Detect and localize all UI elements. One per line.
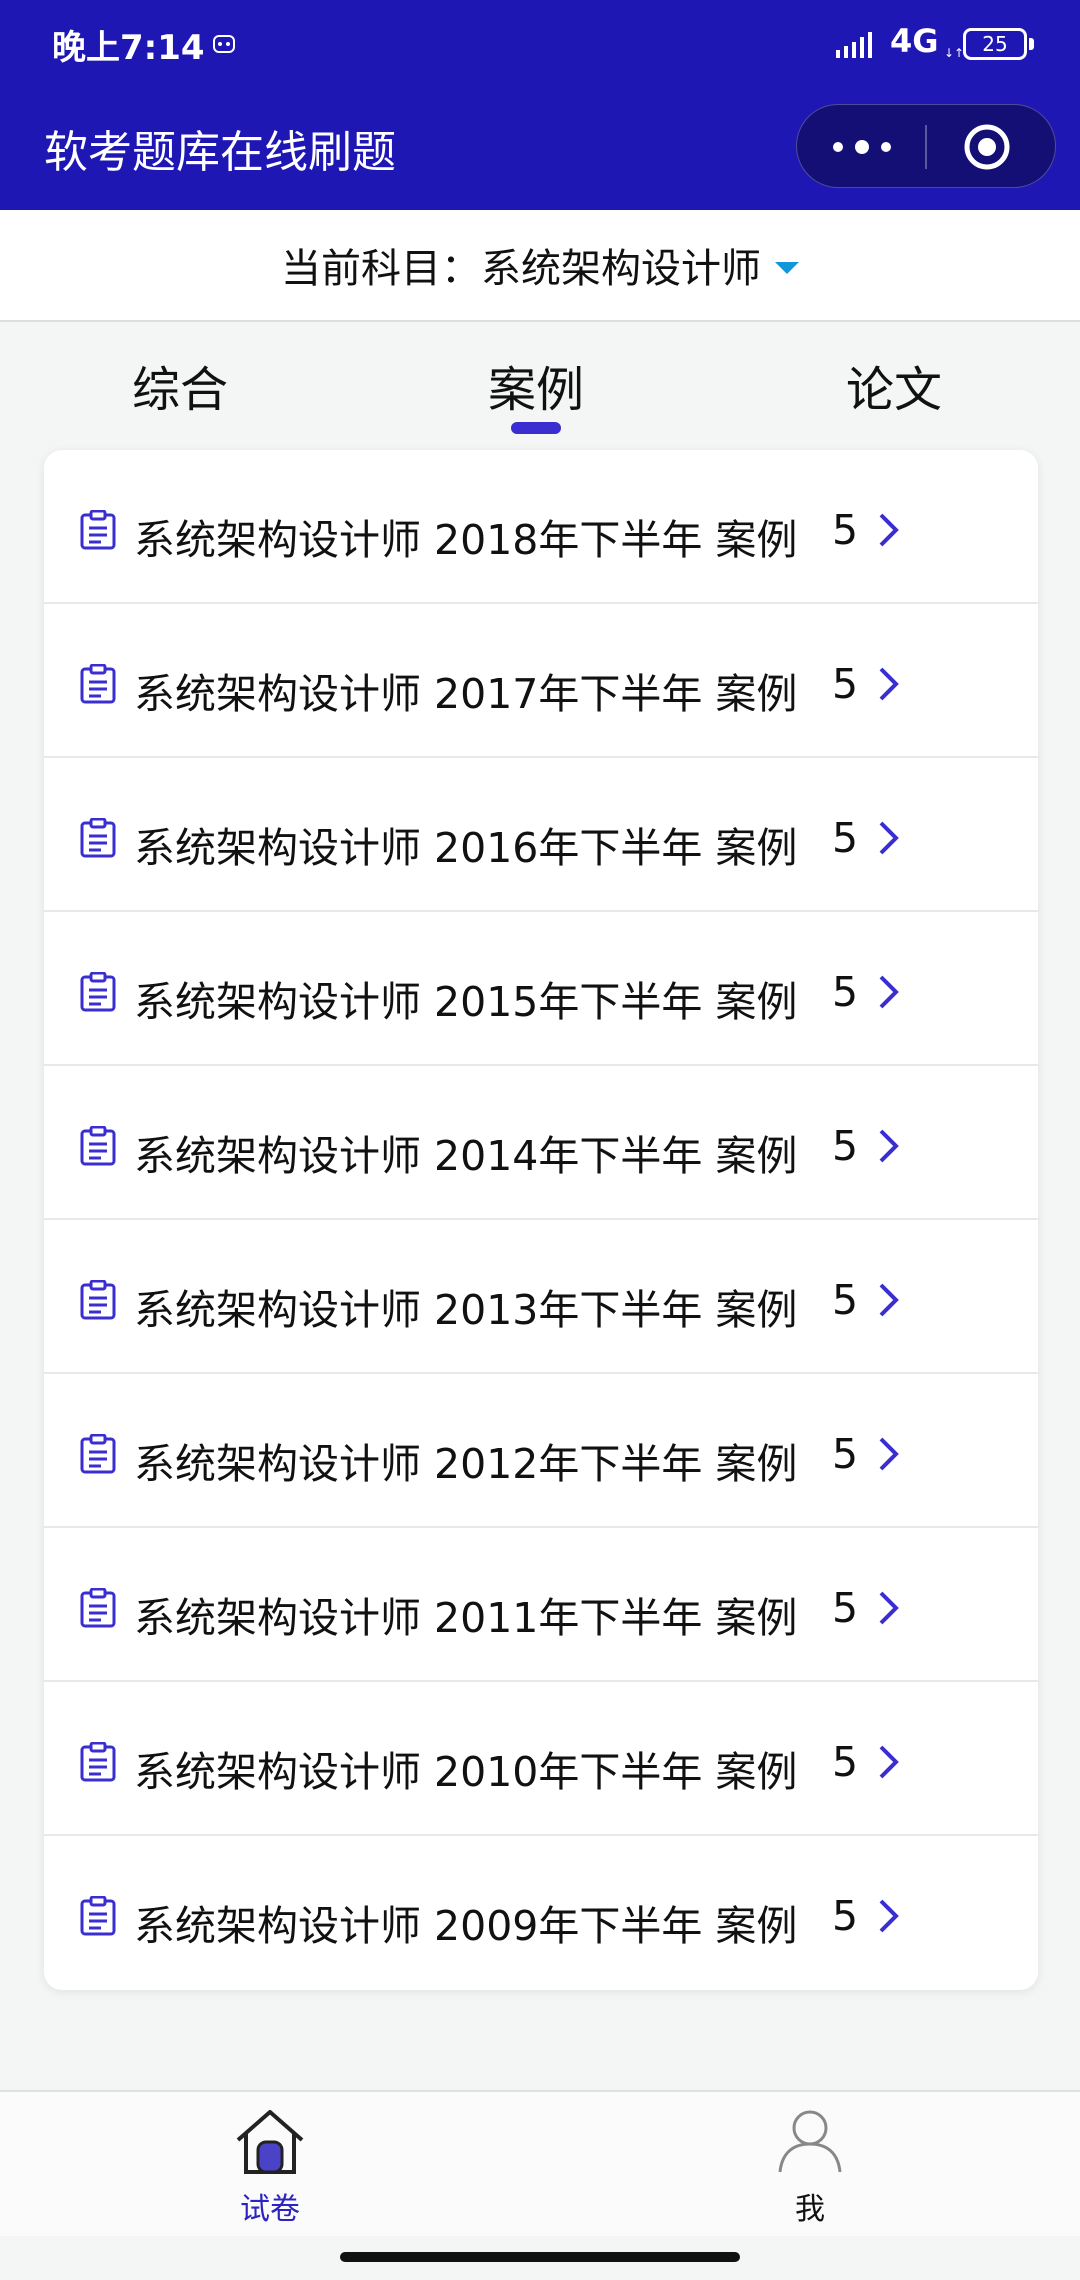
user-icon [778, 2110, 842, 2173]
question-count: 5 [832, 1122, 859, 1170]
list-item[interactable]: 系统架构设计师 2018年下半年 案例 5 [44, 450, 1038, 604]
tab-essay[interactable]: 论文 [846, 350, 942, 420]
network-activity-icon: ↓↑ [944, 46, 965, 60]
chevron-right-icon [879, 975, 899, 1009]
tabbar-item-me[interactable]: 我 [710, 2092, 910, 2238]
question-count: 5 [832, 1892, 859, 1940]
page-title: 软考题库在线刷题 [44, 127, 396, 178]
chevron-right-icon [879, 821, 899, 855]
more-icon[interactable] [833, 129, 891, 165]
exam-title: 系统架构设计师 2017年下半年 案例 [134, 670, 798, 718]
document-icon [80, 818, 116, 858]
battery-cap [1029, 38, 1034, 50]
tabbar-label-me: 我 [795, 2192, 825, 2227]
exam-title: 系统架构设计师 2018年下半年 案例 [134, 516, 798, 564]
caret-down-icon [775, 262, 799, 274]
document-icon [80, 1588, 116, 1628]
question-count: 5 [832, 506, 859, 554]
category-tabs: 综合 案例 论文 [0, 340, 1080, 440]
list-item[interactable]: 系统架构设计师 2013年下半年 案例 5 [44, 1220, 1038, 1374]
bottom-tabbar: 试卷 我 [0, 2090, 1080, 2236]
chevron-right-icon [879, 1283, 899, 1317]
exam-title: 系统架构设计师 2011年下半年 案例 [134, 1594, 798, 1642]
chevron-right-icon [879, 1437, 899, 1471]
document-icon [80, 1896, 116, 1936]
subject-label: 当前科目：系统架构设计师 [281, 246, 761, 292]
list-item[interactable]: 系统架构设计师 2012年下半年 案例 5 [44, 1374, 1038, 1528]
question-count: 5 [832, 1738, 859, 1786]
battery-level: 25 [982, 32, 1008, 56]
exam-list: 系统架构设计师 2018年下半年 案例 5 系统架构设计师 2017年下半年 案… [44, 450, 1038, 1990]
chevron-right-icon [879, 1745, 899, 1779]
list-item[interactable]: 系统架构设计师 2016年下半年 案例 5 [44, 758, 1038, 912]
list-item[interactable]: 系统架构设计师 2017年下半年 案例 5 [44, 604, 1038, 758]
exam-title: 系统架构设计师 2014年下半年 案例 [134, 1132, 798, 1180]
capsule-divider [925, 125, 927, 169]
exam-title: 系统架构设计师 2009年下半年 案例 [134, 1902, 798, 1950]
question-count: 5 [832, 1276, 859, 1324]
app-header: 晚上7:14 4G ↓↑ 25 软考题库在线刷题 [0, 0, 1080, 210]
close-target-icon[interactable] [963, 123, 1011, 171]
question-count: 5 [832, 814, 859, 862]
chevron-right-icon [879, 1899, 899, 1933]
document-icon [80, 1280, 116, 1320]
document-icon [80, 664, 116, 704]
question-count: 5 [832, 1430, 859, 1478]
list-item[interactable]: 系统架构设计师 2014年下半年 案例 5 [44, 1066, 1038, 1220]
list-item[interactable]: 系统架构设计师 2010年下半年 案例 5 [44, 1682, 1038, 1836]
document-icon [80, 510, 116, 550]
tab-active-indicator [511, 422, 561, 434]
chevron-right-icon [879, 1591, 899, 1625]
exam-title: 系统架构设计师 2012年下半年 案例 [134, 1440, 798, 1488]
exam-title: 系统架构设计师 2015年下半年 案例 [134, 978, 798, 1026]
document-icon [80, 1742, 116, 1782]
tab-comprehensive[interactable]: 综合 [132, 350, 228, 420]
home-icon [236, 2110, 304, 2174]
document-icon [80, 1126, 116, 1166]
status-bar: 晚上7:14 4G ↓↑ 25 [0, 0, 1080, 90]
question-count: 5 [832, 660, 859, 708]
list-item[interactable]: 系统架构设计师 2011年下半年 案例 5 [44, 1528, 1038, 1682]
notification-icon [213, 35, 235, 53]
exam-title: 系统架构设计师 2016年下半年 案例 [134, 824, 798, 872]
list-item[interactable]: 系统架构设计师 2009年下半年 案例 5 [44, 1836, 1038, 1990]
question-count: 5 [832, 968, 859, 1016]
network-type: 4G [890, 22, 939, 60]
chevron-right-icon [879, 513, 899, 547]
document-icon [80, 1434, 116, 1474]
tab-case[interactable]: 案例 [488, 350, 584, 420]
document-icon [80, 972, 116, 1012]
exam-title: 系统架构设计师 2010年下半年 案例 [134, 1748, 798, 1796]
exam-title: 系统架构设计师 2013年下半年 案例 [134, 1286, 798, 1334]
signal-icon [836, 32, 872, 58]
battery-icon: 25 [963, 28, 1027, 60]
miniprogram-capsule [796, 104, 1056, 188]
tabbar-item-exams[interactable]: 试卷 [170, 2092, 370, 2238]
subject-selector[interactable]: 当前科目：系统架构设计师 [0, 210, 1080, 322]
list-item[interactable]: 系统架构设计师 2015年下半年 案例 5 [44, 912, 1038, 1066]
home-indicator [340, 2252, 740, 2262]
tabbar-label-exams: 试卷 [240, 2192, 300, 2227]
chevron-right-icon [879, 667, 899, 701]
status-time: 晚上7:14 [52, 28, 205, 68]
chevron-right-icon [879, 1129, 899, 1163]
question-count: 5 [832, 1584, 859, 1632]
